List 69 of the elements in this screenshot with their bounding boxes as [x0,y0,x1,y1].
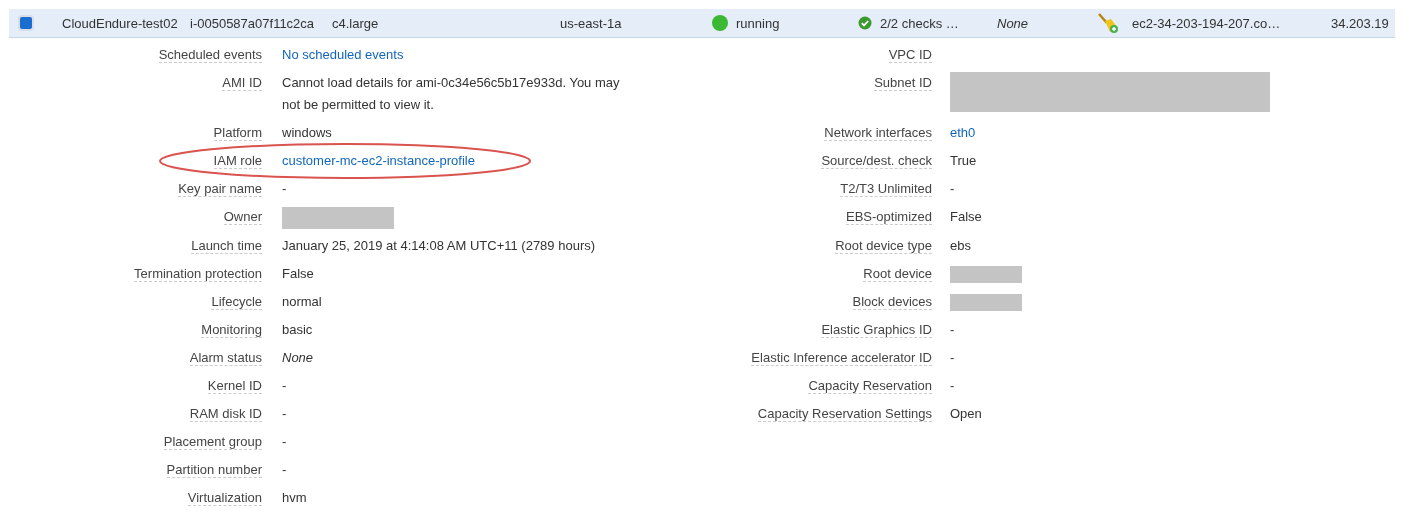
field-label: Monitoring [201,321,262,338]
field-label: AMI ID [222,75,262,91]
field-link[interactable]: No scheduled events [282,47,404,62]
field-value: None [282,349,314,365]
field-label: Scheduled events [158,47,262,63]
instance-name: CloudEndure-test02 [62,15,178,31]
field-value: - [282,377,287,393]
field-value: True [950,153,977,168]
availability-zone: us-east-1a [560,15,622,31]
status-checks: 2/2 checks … [880,15,959,31]
alarm-status: None [997,15,1029,31]
field-value: basic [282,321,313,337]
field-label: Key pair name [178,181,262,197]
redacted-block [950,265,1022,283]
field-label: Elastic Inference accelerator ID [751,349,932,366]
field-label: Capacity Reservation Settings [757,405,932,422]
field-link[interactable]: eth0 [950,125,976,140]
field-label: IAM role [213,153,262,169]
field-label: Block devices [852,293,932,310]
field-label: VPC ID [888,47,932,63]
field-label: T2/T3 Unlimited [840,181,932,197]
field-value: normal [282,293,322,309]
field-label: EBS-optimized [846,209,932,225]
field-value: January 25, 2019 at 4:14:08 AM UTC+11 (2789 hours) [282,237,596,253]
ipv4-address: 34.203.19 [1331,15,1389,31]
field-label: Kernel ID [207,377,262,394]
field-label: RAM disk ID [189,405,262,422]
broom-icon [1097,12,1119,34]
field-value: - [282,181,287,196]
field-label: Network interfaces [824,125,932,141]
field-value: - [950,349,955,365]
row-checkbox[interactable] [18,15,34,31]
field-value: - [282,461,287,477]
field-label: Launch time [191,237,262,254]
field-value: - [950,321,955,337]
field-link[interactable]: customer-mc-ec2-instance-profile [282,153,475,168]
field-label: Source/dest. check [821,153,932,169]
field-label: Owner [223,209,262,225]
field-label: Root device type [835,237,932,254]
field-value: - [282,405,287,421]
field-value: - [282,433,287,449]
instance-id: i-0050587a07f11c2ca [190,15,315,31]
field-label: Lifecycle [211,293,262,310]
field-value: Cannot load details for ami-0c34e56c5b17e933d. You may not be permitted to view it. [282,75,620,112]
check-circle-icon [858,16,872,30]
field-value: Open [950,405,982,421]
field-label: Alarm status [189,349,262,366]
public-dns: ec2-34-203-194-207.co… [1132,15,1281,31]
field-label: Platform [213,125,262,141]
field-label: Subnet ID [874,75,932,91]
field-label: Placement group [163,433,262,450]
field-value: hvm [282,489,307,505]
field-value: - [950,377,955,393]
field-value: ebs [950,237,971,253]
field-label: Virtualization [187,489,262,506]
field-label: Partition number [166,461,262,478]
field-value: windows [282,125,332,140]
field-label: Root device [863,265,932,282]
field-label: Capacity Reservation [808,377,932,394]
state-dot [712,15,728,31]
redacted-block [950,293,1022,311]
field-value: False [282,265,314,281]
field-value: False [950,209,982,224]
instance-state: running [736,15,780,31]
field-label: Elastic Graphics ID [821,321,932,338]
field-label: Termination protection [134,265,262,282]
instance-row[interactable]: CloudEndure-test02 i-0050587a07f11c2ca c4.large us-east-1a running 2/2 checks … None ec2-34-203-194-207.co… 34.203.19 [9,9,1395,38]
instance-type: c4.large [332,15,379,31]
field-value: - [950,181,955,196]
